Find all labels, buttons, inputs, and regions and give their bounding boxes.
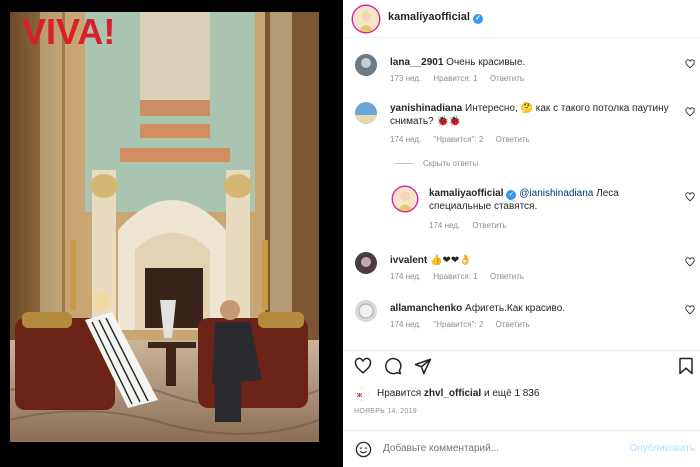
comment-input[interactable] bbox=[383, 443, 613, 454]
comment-username[interactable]: allamanchenko bbox=[390, 303, 462, 314]
comment-like-count[interactable]: Нравится: 1 bbox=[433, 272, 477, 281]
post-sidebar: kamaliyaofficial ✓ lana__2901 Очень краси… bbox=[343, 0, 700, 467]
viva-logo-text: VIVA! bbox=[22, 11, 115, 52]
heart-icon[interactable] bbox=[354, 357, 372, 375]
share-icon[interactable] bbox=[414, 357, 432, 375]
comment-body: lana__2901 Очень красивые. bbox=[390, 56, 525, 69]
comment-meta: 173 нед. Нравится: 1 Ответить bbox=[390, 74, 534, 83]
post-photo[interactable]: VIVA! bbox=[0, 0, 343, 467]
bookmark-icon[interactable] bbox=[678, 357, 694, 375]
reply-button[interactable]: Ответить bbox=[496, 135, 530, 144]
post-header: kamaliyaofficial ✓ bbox=[343, 0, 700, 38]
post-comment-button[interactable]: Опубликовать bbox=[630, 443, 695, 454]
emoji-icon[interactable] bbox=[355, 441, 372, 458]
reply-button[interactable]: Ответить bbox=[490, 74, 524, 83]
comment-body: yanishinadiana Интересно, 🤔 как с такого… bbox=[390, 102, 680, 128]
comment-time[interactable]: 174 нед. bbox=[390, 272, 421, 281]
commenter-avatar[interactable] bbox=[355, 54, 377, 76]
author-name-text[interactable]: kamaliyaofficial bbox=[388, 11, 470, 23]
comment-username[interactable]: ivvalent bbox=[390, 255, 427, 266]
reply-button[interactable]: Ответить bbox=[496, 320, 530, 329]
likes-prefix: Нравится bbox=[377, 388, 422, 399]
commenter-avatar[interactable] bbox=[355, 252, 377, 274]
commenter-avatar[interactable] bbox=[355, 300, 377, 322]
commenter-avatar[interactable] bbox=[355, 102, 377, 124]
comment-body: allamanchenko Афигеть.Как красиво. bbox=[390, 302, 565, 315]
reply-button[interactable]: Ответить bbox=[490, 272, 524, 281]
add-comment-bar: Опубликовать bbox=[343, 430, 700, 467]
liked-by-user[interactable]: zhvl_official bbox=[424, 388, 481, 399]
reply-time[interactable]: 174 нед. bbox=[429, 221, 460, 230]
reply-mention[interactable]: @ianishinadiana bbox=[519, 188, 593, 199]
comments-list: lana__2901 Очень красивые. 173 нед. Нрав… bbox=[343, 39, 700, 351]
photo-illustration: VIVA! bbox=[9, 11, 320, 442]
comment-time[interactable]: 174 нед. bbox=[390, 320, 421, 329]
liker-avatar[interactable]: ж bbox=[355, 387, 369, 401]
instagram-post-view: VIVA! kamaliyaofficial ✓ lana__2901 Очень… bbox=[0, 0, 700, 467]
hide-replies-button[interactable]: Скрыть ответы bbox=[423, 159, 478, 168]
comment-text: Афигеть.Как красиво. bbox=[465, 303, 566, 314]
author-avatar[interactable] bbox=[353, 6, 379, 32]
verified-icon: ✓ bbox=[506, 190, 517, 200]
comment-username[interactable]: lana__2901 bbox=[390, 57, 443, 68]
heart-icon[interactable] bbox=[685, 305, 695, 315]
comment-like-count[interactable]: "Нравится": 2 bbox=[433, 320, 483, 329]
comment-meta: 174 нед. "Нравится": 2 Ответить bbox=[390, 320, 540, 329]
reply-text: Леса bbox=[596, 188, 619, 199]
comment-text: Интересно, 🤔 как с такого потолка паутин… bbox=[465, 103, 669, 114]
comment-text-cont: снимать? 🐞🐞 bbox=[390, 116, 462, 127]
reply-button[interactable]: Ответить bbox=[472, 221, 506, 230]
heart-icon[interactable] bbox=[685, 107, 695, 117]
reply-avatar[interactable] bbox=[393, 187, 417, 211]
comment-like-count[interactable]: "Нравится": 2 bbox=[433, 135, 483, 144]
comment-meta: 174 нед. Нравится: 1 Ответить bbox=[390, 272, 534, 281]
author-username[interactable]: kamaliyaofficial ✓ bbox=[388, 11, 483, 24]
comment-like-count[interactable]: Нравится: 1 bbox=[433, 74, 477, 83]
reply-body: kamaliyaofficial ✓ @ianishinadiana Леса с… bbox=[429, 187, 669, 213]
comment-text: 👍❤❤👌 bbox=[430, 255, 472, 266]
post-date[interactable]: НОЯБРЬ 14, 2019 bbox=[354, 408, 417, 415]
comment-body: ivvalent 👍❤❤👌 bbox=[390, 254, 472, 267]
svg-text:ж: ж bbox=[356, 392, 363, 399]
hide-replies-line bbox=[395, 163, 413, 164]
comment-text: Очень красивые. bbox=[446, 57, 526, 68]
verified-icon: ✓ bbox=[472, 14, 483, 24]
likes-count[interactable]: и ещё 1 836 bbox=[484, 388, 540, 399]
heart-icon[interactable] bbox=[685, 59, 695, 69]
heart-icon[interactable] bbox=[685, 257, 695, 267]
comment-time[interactable]: 174 нед. bbox=[390, 135, 421, 144]
comment-icon[interactable] bbox=[384, 357, 402, 375]
post-actions: ж Нравится zhvl_official и ещё 1 836 НОЯ… bbox=[343, 350, 700, 430]
comment-username[interactable]: yanishinadiana bbox=[390, 103, 462, 114]
comment-time[interactable]: 173 нед. bbox=[390, 74, 421, 83]
likes-summary: Нравится zhvl_official и ещё 1 836 bbox=[377, 388, 539, 399]
heart-icon[interactable] bbox=[685, 192, 695, 202]
comment-meta: 174 нед. "Нравится": 2 Ответить bbox=[390, 135, 540, 144]
reply-text-cont: специальные ставятся. bbox=[429, 201, 538, 212]
reply-username[interactable]: kamaliyaofficial bbox=[429, 188, 503, 199]
reply-meta: 174 нед. Ответить bbox=[429, 221, 517, 230]
